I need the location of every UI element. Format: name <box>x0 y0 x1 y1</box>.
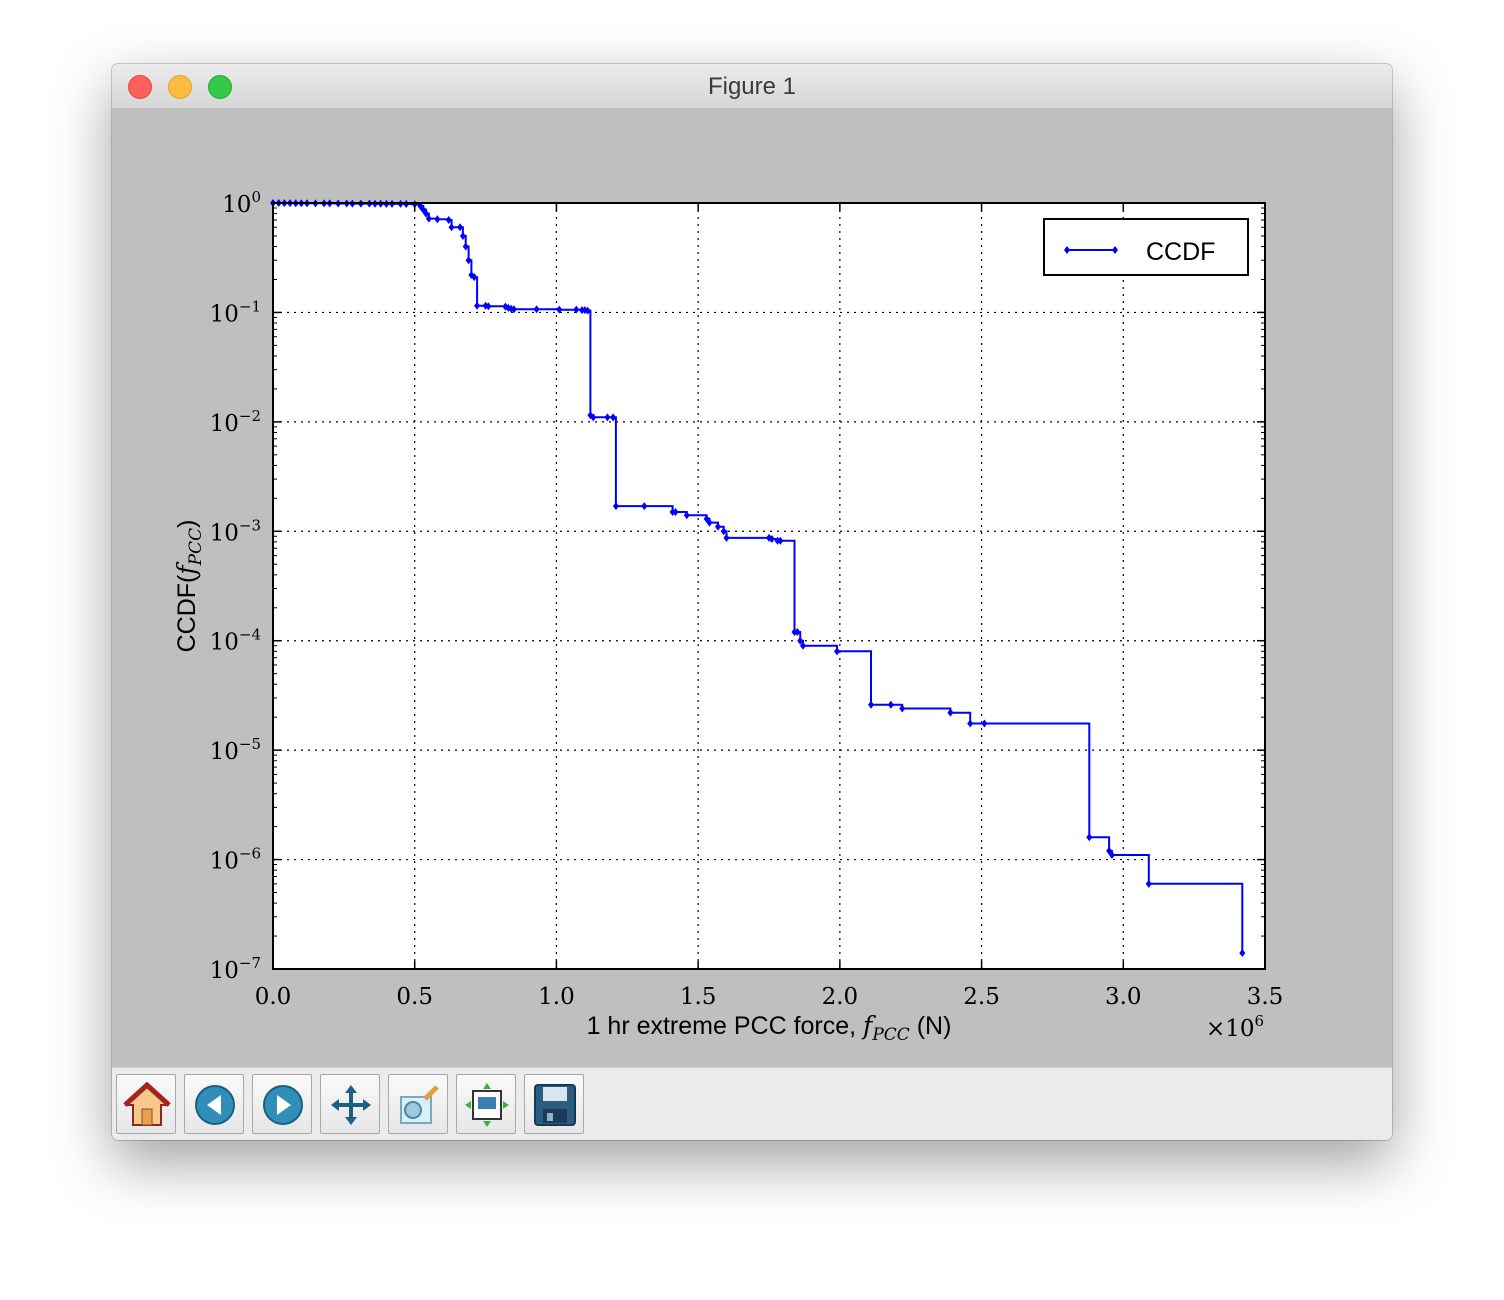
x-tick-label: 3.5 <box>1247 984 1284 1010</box>
navigation-toolbar <box>112 1067 1392 1140</box>
x-tick-label: 0.0 <box>255 984 292 1010</box>
y-tick-label: 10−4 <box>210 626 261 656</box>
move-arrows-icon <box>331 1085 371 1125</box>
figure-canvas[interactable]: 0.0 0.5 1.0 1.5 2.0 2.5 3.0 3.5 100 10−1 10−2 10−3… <box>112 108 1392 1067</box>
subplots-button[interactable] <box>456 1074 516 1134</box>
figure-window: Figure 1 0.0 0.5 1.0 1.5 2.0 2.5 3.0 3.5 100 10−… <box>112 64 1392 1140</box>
home-icon <box>123 1081 171 1126</box>
y-tick-label: 10−7 <box>210 954 261 984</box>
forward-button[interactable] <box>252 1074 312 1134</box>
y-tick-label: 100 <box>222 188 261 218</box>
x-tick-label: 2.0 <box>822 984 859 1010</box>
back-button[interactable] <box>184 1074 244 1134</box>
window-title: Figure 1 <box>707 73 797 100</box>
legend[interactable]: CCDF <box>1043 218 1249 276</box>
legend-label: CCDF <box>1146 238 1215 266</box>
forward-arrow-icon <box>263 1085 303 1125</box>
save-button[interactable] <box>524 1074 584 1134</box>
y-tick-label: 10−1 <box>210 297 261 327</box>
y-tick-label: 10−3 <box>210 516 261 546</box>
floppy-disk-icon <box>534 1084 576 1126</box>
y-tick-label: 10−5 <box>210 735 261 765</box>
ccdf-chart: 0.0 0.5 1.0 1.5 2.0 2.5 3.0 3.5 100 10−1 10−2 10−3… <box>172 188 1284 1045</box>
x-tick-label: 3.0 <box>1105 984 1142 1010</box>
zoom-rect-icon <box>400 1085 439 1124</box>
x-tick-labels: 0.0 0.5 1.0 1.5 2.0 2.5 3.0 3.5 <box>255 984 1284 1010</box>
x-offset-label: ×106 <box>1206 1012 1264 1042</box>
x-tick-label: 0.5 <box>396 984 433 1010</box>
subplots-config-icon <box>465 1083 509 1127</box>
x-tick-label: 1.5 <box>680 984 717 1010</box>
x-tick-label: 2.5 <box>963 984 1000 1010</box>
y-tick-labels: 100 10−1 10−2 10−3 10−4 10−5 10−6 10−7 <box>210 188 261 984</box>
y-tick-label: 10−2 <box>210 407 261 437</box>
y-axis-label: CCDF(fPCC) <box>172 520 206 653</box>
title-bar[interactable]: Figure 1 <box>112 64 1392 109</box>
zoom-button[interactable] <box>388 1074 448 1134</box>
x-axis-label: 1 hr extreme PCC force, fPCC (N) <box>587 1011 952 1045</box>
pan-button[interactable] <box>320 1074 380 1134</box>
home-button[interactable] <box>116 1074 176 1134</box>
y-tick-label: 10−6 <box>210 845 261 875</box>
back-arrow-icon <box>195 1085 235 1125</box>
x-tick-label: 1.0 <box>538 984 575 1010</box>
